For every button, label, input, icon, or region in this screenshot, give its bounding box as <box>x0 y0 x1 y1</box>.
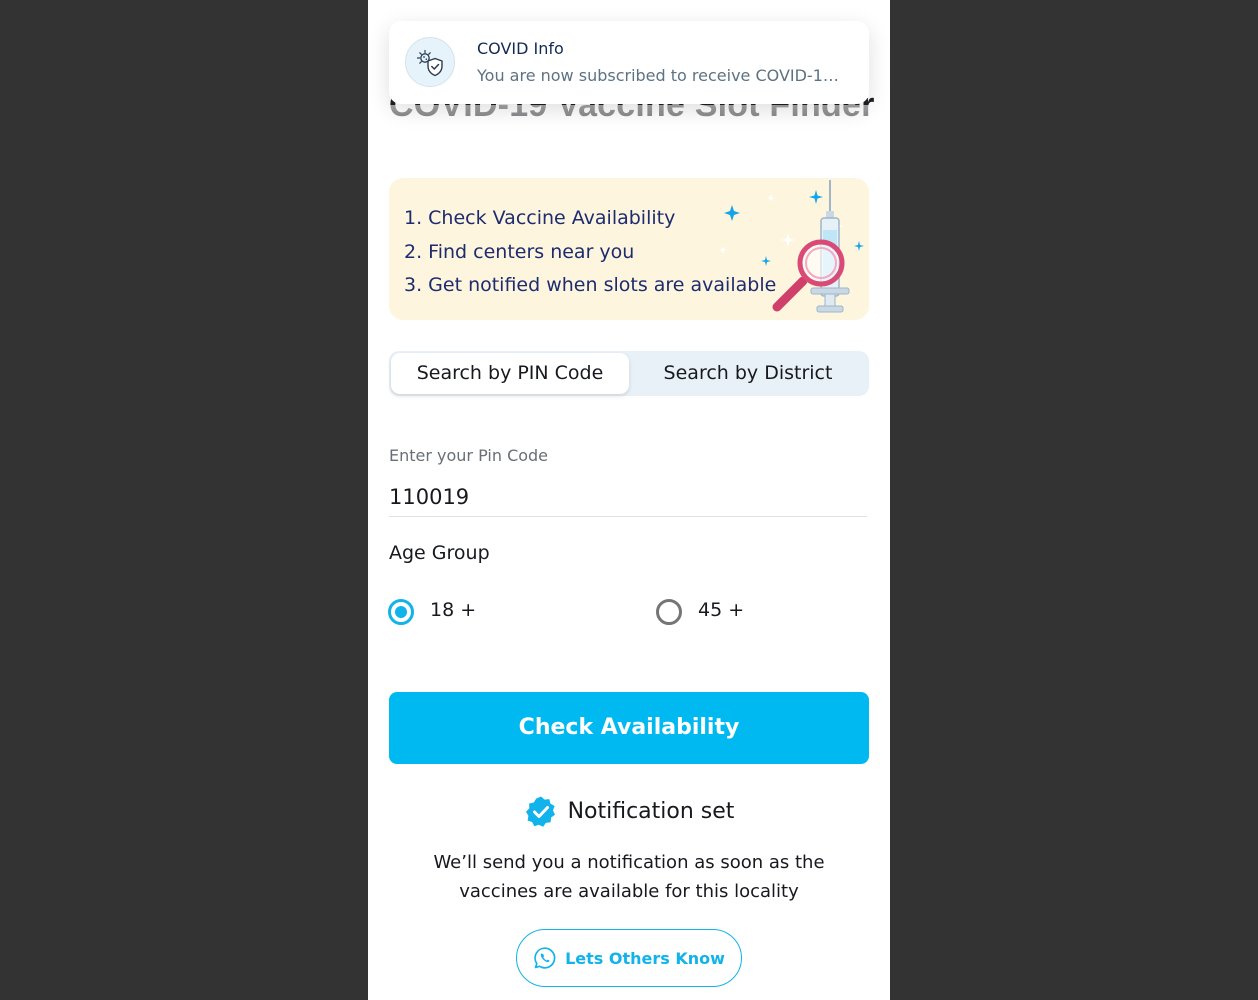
toast-message: You are now subscribed to receive COVID-… <box>477 66 847 85</box>
virus-shield-icon <box>405 37 455 87</box>
age-option-label: 45 + <box>698 599 745 621</box>
notification-description: We’ll send you a notification as soon as… <box>433 852 825 902</box>
phone-screen: COVID-19 Vaccine Slot Finder COVID Info … <box>368 0 890 1000</box>
whatsapp-icon <box>534 947 556 969</box>
share-button-label: Lets Others Know <box>565 949 725 968</box>
verified-badge-icon <box>525 796 555 827</box>
age-option-label: 18 + <box>430 599 477 621</box>
toast-title: COVID Info <box>477 39 564 58</box>
notification-status: Notification set <box>368 794 890 830</box>
age-group-heading: Age Group <box>389 542 490 564</box>
info-banner: 1. Check Vaccine Availability 2. Find ce… <box>389 178 869 320</box>
syringe-magnifier-icon <box>719 180 864 313</box>
tab-search-by-pin-code[interactable]: Search by PIN Code <box>391 353 629 394</box>
tab-search-by-district[interactable]: Search by District <box>629 353 867 394</box>
radio-unchecked-icon[interactable] <box>656 599 682 625</box>
check-availability-button[interactable]: Check Availability <box>389 692 869 764</box>
search-mode-tabs: Search by PIN Code Search by District <box>389 351 869 396</box>
share-button[interactable]: Lets Others Know <box>516 929 742 987</box>
notification-title: Notification set <box>567 799 735 824</box>
radio-checked-icon[interactable] <box>388 599 414 625</box>
notification-toast[interactable]: COVID Info You are now subscribed to rec… <box>389 21 869 104</box>
pin-code-label: Enter your Pin Code <box>389 446 549 465</box>
pin-code-input[interactable] <box>389 478 867 517</box>
